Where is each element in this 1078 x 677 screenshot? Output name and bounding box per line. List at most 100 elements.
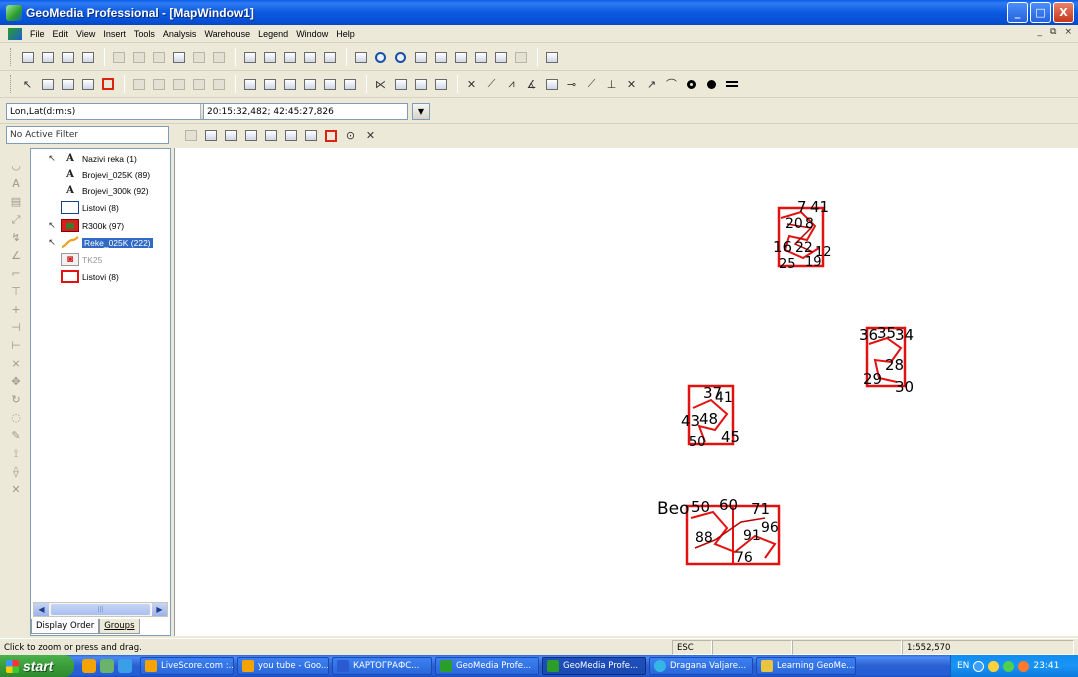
close-button[interactable]: X <box>1053 2 1074 23</box>
mdi-close-button[interactable]: × <box>1064 27 1072 37</box>
task-button[interactable]: Dragana Valjare... <box>649 657 753 675</box>
minimize-button[interactable]: _ <box>1007 2 1028 23</box>
coordinate-system-select[interactable]: Lon,Lat(d:m:s) ▼ <box>6 103 216 120</box>
menu-analysis[interactable]: Analysis <box>159 29 201 39</box>
layout-window-icon[interactable] <box>59 49 76 66</box>
ie-icon[interactable] <box>118 659 132 673</box>
menu-warehouse[interactable]: Warehouse <box>200 29 254 39</box>
rectangle-select-icon[interactable] <box>79 76 96 93</box>
attribute-query-icon[interactable] <box>321 49 338 66</box>
legend-horizontal-scrollbar[interactable]: ◀ ||| ▶ <box>33 602 168 617</box>
map-cluster[interactable]: 7 41 20 8 16 22 25 19 12 <box>773 198 832 272</box>
start-button[interactable]: start <box>0 655 74 677</box>
menu-tools[interactable]: Tools <box>130 29 159 39</box>
firefox-icon[interactable] <box>82 659 96 673</box>
coordinate-readout-field[interactable]: 20:15:32,482; 42:45:27,826 <box>203 103 408 120</box>
locate-icon[interactable] <box>281 49 298 66</box>
pan-icon[interactable] <box>432 49 449 66</box>
zoom-window-icon[interactable] <box>352 49 369 66</box>
legend-entry[interactable]: ◙ TK25 <box>31 252 102 267</box>
filter-add-icon[interactable] <box>202 127 219 144</box>
language-indicator[interactable]: EN <box>957 661 969 671</box>
insert-feature-icon[interactable] <box>241 76 258 93</box>
task-button[interactable]: LiveScore.com :... <box>140 657 234 675</box>
scroll-right-icon[interactable]: ▶ <box>152 603 167 616</box>
network-icon[interactable] <box>973 660 985 672</box>
menu-legend[interactable]: Legend <box>254 29 292 39</box>
double-line-icon[interactable] <box>723 76 740 93</box>
snap-icon[interactable] <box>412 76 429 93</box>
close-line-icon[interactable]: ✕ <box>623 76 640 93</box>
map-cluster[interactable]: 37 41 43 48 45 50 <box>681 384 740 450</box>
legend-entry[interactable]: ↖ R300k (97) <box>31 218 124 233</box>
legend-entry[interactable]: Listovi (8) <box>31 200 119 215</box>
filter-layer-icon[interactable] <box>242 127 259 144</box>
polyline-icon[interactable]: ⩘ <box>503 76 520 93</box>
text-box-icon[interactable] <box>543 76 560 93</box>
continue-icon[interactable] <box>432 76 449 93</box>
security-icon[interactable] <box>1018 660 1030 672</box>
menu-insert[interactable]: Insert <box>99 29 130 39</box>
fit-all-icon[interactable] <box>412 49 429 66</box>
menu-window[interactable]: Window <box>292 29 332 39</box>
query-icon[interactable] <box>301 49 318 66</box>
maximize-button[interactable]: □ <box>1030 2 1051 23</box>
messenger-tray-icon[interactable] <box>1003 660 1015 672</box>
new-map-window-icon[interactable] <box>19 49 36 66</box>
right-angle-icon[interactable]: ⊥ <box>603 76 620 93</box>
menu-help[interactable]: Help <box>332 29 359 39</box>
cross-icon[interactable]: ✕ <box>463 76 480 93</box>
print-icon[interactable] <box>79 49 96 66</box>
zoom-out-icon[interactable] <box>392 49 409 66</box>
legend-entry[interactable]: ↖ A Nazivi reka (1) <box>31 151 137 166</box>
feature-class-icon[interactable] <box>39 76 56 93</box>
filter-feature-icon[interactable] <box>262 127 279 144</box>
task-button[interactable]: КАРТОГРАФС... <box>332 657 432 675</box>
text-feature-icon[interactable] <box>341 76 358 93</box>
zoom-in-icon[interactable] <box>372 49 389 66</box>
map-window[interactable]: 7 41 20 8 16 22 25 19 12 36 35 34 28 29 … <box>174 148 1078 636</box>
active-filter-field[interactable]: No Active Filter <box>6 126 169 144</box>
scroll-left-icon[interactable]: ◀ <box>34 603 49 616</box>
filter-circle-icon[interactable]: ⊙ <box>342 127 359 144</box>
tab-groups[interactable]: Groups <box>99 619 140 634</box>
pointer-icon[interactable]: ↖ <box>19 76 36 93</box>
menu-edit[interactable]: Edit <box>49 29 73 39</box>
help-pointer-icon[interactable] <box>543 49 560 66</box>
previous-view-icon[interactable] <box>452 49 469 66</box>
diagonal-icon[interactable]: ⟋ <box>583 76 600 93</box>
new-data-window-icon[interactable] <box>39 49 56 66</box>
legend-entry[interactable]: ↖ Reke_025K (222) <box>31 235 153 250</box>
filter-rect-icon[interactable] <box>302 127 319 144</box>
angle-icon[interactable]: ∡ <box>523 76 540 93</box>
toolbar-grip[interactable] <box>10 75 13 93</box>
extend-icon[interactable] <box>392 76 409 93</box>
circle-filled-icon[interactable] <box>703 76 720 93</box>
coordinate-dropdown-button[interactable]: ▼ <box>412 103 430 120</box>
circle-outline-icon[interactable] <box>683 76 700 93</box>
legend-toggle-icon[interactable] <box>492 49 509 66</box>
toolbar-grip[interactable] <box>10 48 13 66</box>
split-feature-icon[interactable] <box>301 76 318 93</box>
filter-polygon-icon[interactable] <box>322 127 339 144</box>
document-icon[interactable] <box>8 27 22 40</box>
copy-feature-icon[interactable] <box>281 76 298 93</box>
task-button-active[interactable]: GeoMedia Profe... <box>542 657 646 675</box>
task-button[interactable]: Learning GeoMe... <box>756 657 856 675</box>
filter-query-icon[interactable] <box>222 127 239 144</box>
menu-file[interactable]: File <box>26 29 49 39</box>
mdi-restore-button[interactable]: ⧉ <box>1050 27 1056 37</box>
properties-icon[interactable] <box>170 49 187 66</box>
menu-view[interactable]: View <box>72 29 99 39</box>
mdi-minimize-button[interactable]: _ <box>1038 27 1043 37</box>
arrow-line-icon[interactable]: ↗ <box>643 76 660 93</box>
edit-feature-icon[interactable] <box>261 76 278 93</box>
filter-table-icon[interactable] <box>282 127 299 144</box>
point-line-icon[interactable]: ⊸ <box>563 76 580 93</box>
map-canvas[interactable]: 7 41 20 8 16 22 25 19 12 36 35 34 28 29 … <box>175 148 1078 636</box>
app-launch-icon[interactable] <box>100 659 114 673</box>
trim-icon[interactable]: ⋉ <box>372 76 389 93</box>
legend-entry[interactable]: A Brojevi_025K (89) <box>31 167 150 182</box>
categories-icon[interactable] <box>59 76 76 93</box>
refresh-icon[interactable] <box>472 49 489 66</box>
